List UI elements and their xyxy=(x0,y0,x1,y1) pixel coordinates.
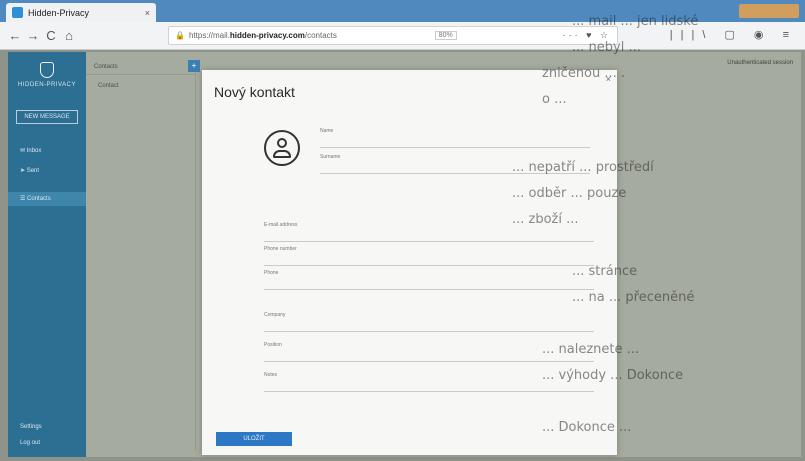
field-label: Surname xyxy=(320,154,341,160)
shield-icon xyxy=(40,62,54,78)
sidebar-item-contacts[interactable]: ☰ Contacts xyxy=(8,192,86,206)
list-item[interactable]: Contact xyxy=(86,75,195,97)
save-button[interactable]: ULOŽIT xyxy=(216,432,292,446)
field-label: Phone number xyxy=(264,246,297,252)
position-field[interactable]: Position xyxy=(264,340,594,362)
dialog-title: Nový kontakt xyxy=(214,84,295,100)
field-label: Phone xyxy=(264,270,279,276)
app-sidebar: HIDDEN-PRIVACY NEW MESSAGE ✉ Inbox ➤ Sen… xyxy=(8,52,86,457)
brand-logo: HIDDEN-PRIVACY xyxy=(8,62,86,88)
session-status: Unauthenticated session xyxy=(727,60,793,66)
phone-number-field[interactable]: Phone number xyxy=(264,244,594,266)
home-icon[interactable]: ⌂ xyxy=(60,28,78,43)
browser-tabbar: Hidden-Privacy × xyxy=(0,0,805,22)
address-bar[interactable]: 🔒 https://mail. hidden-privacy.com /cont… xyxy=(168,26,618,45)
close-icon[interactable]: × xyxy=(606,74,611,84)
forward-icon[interactable]: → xyxy=(24,28,42,43)
url-host: hidden-privacy.com xyxy=(229,31,305,40)
company-field[interactable]: Company xyxy=(264,310,594,332)
sidebar-item-logout[interactable]: Log out xyxy=(20,440,40,446)
zoom-level[interactable]: 80% xyxy=(434,31,457,40)
field-label: Company xyxy=(264,312,286,318)
list-header: Contacts xyxy=(86,60,195,75)
brand-name: HIDDEN-PRIVACY xyxy=(18,82,76,88)
tab-close-icon[interactable]: × xyxy=(145,8,150,18)
field-label: Notes xyxy=(264,372,278,378)
page-actions-icon[interactable]: ··· ♥ ☆ xyxy=(563,30,611,41)
browser-tab[interactable]: Hidden-Privacy × xyxy=(6,3,156,22)
url-prefix: https://mail. xyxy=(188,31,230,40)
sidebar-item-settings[interactable]: Settings xyxy=(20,424,42,430)
avatar-head xyxy=(277,138,287,148)
notes-field[interactable]: Notes xyxy=(264,370,594,392)
surname-field[interactable]: Surname xyxy=(320,152,590,174)
field-label: Name xyxy=(320,128,334,134)
avatar-icon[interactable] xyxy=(264,130,300,166)
avatar-body xyxy=(273,150,291,158)
browser-navbar: ← → C ⌂ 🔒 https://mail. hidden-privacy.c… xyxy=(0,22,805,50)
url-path: /contacts xyxy=(304,31,337,40)
name-field[interactable]: Name xyxy=(320,126,590,148)
add-contact-icon[interactable]: + xyxy=(188,60,200,72)
window-controls[interactable] xyxy=(739,4,799,18)
sidebar-item-sent[interactable]: ➤ Sent xyxy=(8,164,86,178)
sidebar-item-inbox[interactable]: ✉ Inbox xyxy=(8,144,86,158)
email-field[interactable]: E-mail address xyxy=(264,220,594,242)
phone-field[interactable]: Phone xyxy=(264,268,594,290)
new-contact-dialog: Nový kontakt × Name Surname E-mail addre… xyxy=(202,70,617,455)
tab-title: Hidden-Privacy xyxy=(28,7,90,18)
field-label: Position xyxy=(264,342,282,348)
reload-icon[interactable]: C xyxy=(42,28,60,43)
site-favicon-icon xyxy=(12,7,23,18)
toolbar-icons[interactable]: |||\ ▢ ◉ ≡ xyxy=(670,28,797,41)
field-label: E-mail address xyxy=(264,222,298,228)
back-icon[interactable]: ← xyxy=(6,28,24,43)
lock-icon: 🔒 xyxy=(175,31,185,40)
contacts-list: Contacts Contact xyxy=(86,60,196,450)
new-message-button[interactable]: NEW MESSAGE xyxy=(16,110,78,124)
